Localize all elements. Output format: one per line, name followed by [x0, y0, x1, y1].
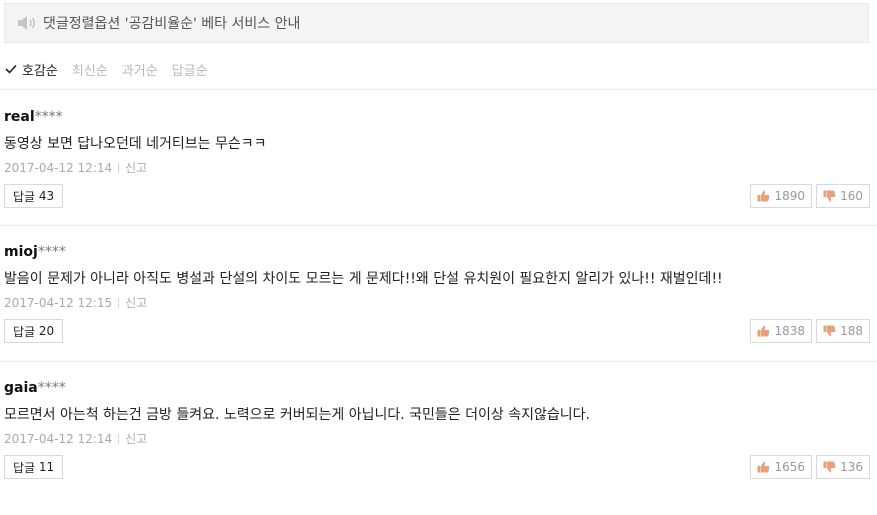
author-name: mioj — [4, 244, 38, 260]
comment-meta: 2017-04-12 12:14 신고 — [4, 159, 147, 176]
comment-date: 2017-04-12 12:15 — [4, 295, 113, 310]
author-mask: **** — [37, 244, 66, 260]
thumbs-down-icon — [823, 461, 836, 473]
divider — [0, 89, 877, 90]
sort-option-label: 호감순 — [22, 63, 58, 79]
comment-author: real**** — [4, 109, 63, 125]
like-button[interactable]: 1656 — [750, 455, 812, 479]
comment-text: 발음이 문제가 아니라 아직도 병설과 단설의 차이도 모르는 게 문제다!!왜… — [4, 271, 723, 287]
like-count: 1838 — [774, 324, 805, 338]
reply-label: 답글 — [13, 189, 36, 204]
meta-divider — [118, 297, 120, 308]
thumbs-up-icon — [757, 325, 770, 337]
sort-option-likes[interactable]: 호감순 — [4, 60, 58, 79]
comment-item: real**** 동영상 보면 답나오던데 네거티브는 무슨ㅋㅋ 2017-04… — [4, 109, 870, 244]
reply-count: 11 — [38, 460, 55, 474]
comment-text: 동영상 보면 답나오던데 네거티브는 무슨ㅋㅋ — [4, 136, 267, 152]
comment-author: mioj**** — [4, 244, 66, 260]
check-icon — [5, 64, 17, 74]
comment-date: 2017-04-12 12:14 — [4, 160, 113, 175]
comment-meta: 2017-04-12 12:14 신고 — [4, 430, 147, 447]
sort-option-newest[interactable]: 최신순 — [72, 60, 108, 79]
reply-button[interactable]: 답글 11 — [4, 455, 64, 479]
thumbs-down-icon — [823, 325, 836, 337]
comment-meta: 2017-04-12 12:15 신고 — [4, 294, 147, 311]
divider — [0, 225, 877, 226]
reply-count: 43 — [38, 189, 55, 203]
author-mask: **** — [37, 380, 66, 396]
author-mask: **** — [34, 109, 63, 125]
like-count: 1656 — [774, 460, 805, 474]
like-count: 1890 — [774, 189, 805, 203]
report-link[interactable]: 신고 — [125, 159, 147, 176]
sort-options: 호감순 최신순 과거순 답글순 — [4, 58, 222, 80]
speaker-icon — [17, 14, 39, 32]
like-button[interactable]: 1890 — [750, 184, 812, 208]
comment-text: 모르면서 아는척 하는건 금방 들켜요. 노력으로 커버되는게 아닙니다. 국민… — [4, 407, 590, 423]
dislike-count: 136 — [840, 460, 863, 474]
reply-label: 답글 — [13, 324, 36, 339]
dislike-count: 188 — [840, 324, 863, 338]
reply-button[interactable]: 답글 43 — [4, 184, 64, 208]
sort-option-oldest[interactable]: 과거순 — [122, 60, 158, 79]
thumbs-up-icon — [757, 461, 770, 473]
notice-text: 댓글정렬옵션 '공감비율순' 베타 서비스 안내 — [43, 16, 301, 32]
comment-date: 2017-04-12 12:14 — [4, 431, 113, 446]
reply-label: 답글 — [13, 460, 36, 475]
comment-item: gaia**** 모르면서 아는척 하는건 금방 들켜요. 노력으로 커버되는게… — [4, 380, 870, 515]
dislike-button[interactable]: 136 — [816, 455, 870, 479]
meta-divider — [118, 162, 120, 173]
dislike-button[interactable]: 188 — [816, 319, 870, 343]
sort-option-replies[interactable]: 답글순 — [172, 60, 208, 79]
comment-item: mioj**** 발음이 문제가 아니라 아직도 병설과 단설의 차이도 모르는… — [4, 244, 870, 379]
thumbs-up-icon — [757, 190, 770, 202]
report-link[interactable]: 신고 — [125, 294, 147, 311]
notice-banner[interactable]: 댓글정렬옵션 '공감비율순' 베타 서비스 안내 — [4, 3, 869, 43]
dislike-button[interactable]: 160 — [816, 184, 870, 208]
comment-author: gaia**** — [4, 380, 66, 396]
meta-divider — [118, 433, 120, 444]
reply-button[interactable]: 답글 20 — [4, 319, 64, 343]
author-name: real — [4, 109, 35, 125]
report-link[interactable]: 신고 — [125, 430, 147, 447]
reply-count: 20 — [38, 324, 55, 338]
dislike-count: 160 — [840, 189, 863, 203]
divider — [0, 361, 877, 362]
like-button[interactable]: 1838 — [750, 319, 812, 343]
thumbs-down-icon — [823, 190, 836, 202]
author-name: gaia — [4, 380, 38, 396]
